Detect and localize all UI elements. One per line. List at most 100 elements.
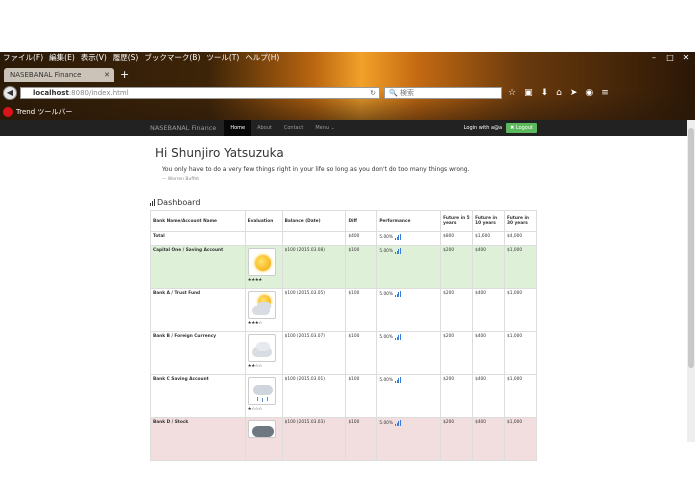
- evaluation-cell: [244, 417, 283, 461]
- table-row[interactable]: Bank D / Stock $100 (2015.03.03) $100 5.…: [150, 417, 537, 461]
- scrollbar-thumb[interactable]: [688, 128, 694, 368]
- performance-value: 5.00%: [379, 335, 393, 340]
- future-10-cell: $400: [472, 288, 506, 332]
- minimize-icon[interactable]: –: [649, 53, 659, 62]
- tab-close-icon[interactable]: ✕: [104, 68, 110, 82]
- menu-bookmarks[interactable]: ブックマーク(B): [144, 52, 200, 64]
- diff-cell: $100: [345, 374, 378, 418]
- menu-tools[interactable]: ツール(T): [206, 52, 239, 64]
- table-row[interactable]: Bank A / Trust Fund ★★★☆ $100 (2015.03.0…: [150, 288, 537, 332]
- search-input[interactable]: 🔍 検索: [384, 87, 502, 99]
- future-10-cell: $400: [472, 331, 506, 375]
- future-10-cell: $400: [472, 417, 506, 461]
- menu-help[interactable]: ヘルプ(H): [245, 52, 279, 64]
- dashboard-title-text: Dashboard: [157, 198, 201, 207]
- quote-author: — Warren Buffet: [162, 177, 199, 182]
- future-5-cell: $200: [440, 374, 474, 418]
- signal-bars-icon: [395, 377, 401, 383]
- performance-cell: 5.00%: [376, 288, 442, 332]
- rating-stars: ★★★☆: [247, 321, 263, 326]
- menu-bar: ファイル(F) 編集(E) 表示(V) 履歴(S) ブックマーク(B) ツール(…: [0, 52, 279, 64]
- diff-cell: $100: [345, 417, 378, 461]
- future-5-cell: $200: [440, 331, 474, 375]
- menu-view[interactable]: 表示(V): [81, 52, 107, 64]
- performance-cell: 5.00%: [376, 245, 442, 289]
- signal-bars-icon: [395, 334, 401, 340]
- app-navbar: NASEBANAL Finance Home About Contact Men…: [0, 120, 687, 136]
- new-tab-icon[interactable]: +: [120, 68, 129, 82]
- url-host: localhost: [33, 89, 69, 97]
- table-row[interactable]: Bank B / Foreign Currency ★★☆☆ $100 (201…: [150, 331, 537, 375]
- future-10-cell: $400: [472, 374, 506, 418]
- login-user: Login with a@a: [463, 125, 503, 131]
- total-diff: $400: [345, 231, 378, 246]
- table-row[interactable]: Bank C Saving Account ★☆☆☆ $100 (2015.03…: [150, 374, 537, 418]
- future-30-cell: $1,000: [504, 374, 537, 418]
- main-content: Hi Shunjiro Yatsuzuka You only have to d…: [150, 136, 540, 461]
- menu-history[interactable]: 履歴(S): [113, 52, 139, 64]
- menu-hamburger-icon[interactable]: ≡: [601, 87, 609, 99]
- rain-cloud-icon: [247, 377, 276, 405]
- col-diff: Diff: [345, 210, 378, 232]
- col-evaluation: Evaluation: [244, 210, 283, 232]
- login-area: Login with a@a ✖ Logout: [464, 123, 537, 133]
- tab-strip: NASEBANAL Finance ✕ +: [4, 66, 129, 82]
- menu-file[interactable]: ファイル(F): [3, 52, 43, 64]
- performance-cell: 5.00%: [376, 417, 442, 461]
- navbar-brand[interactable]: NASEBANAL Finance: [150, 124, 216, 132]
- total-performance-value: 5.00%: [379, 235, 393, 240]
- accounts-table: Bank Name/Account Name Evaluation Balanc…: [150, 210, 537, 461]
- total-balance: [281, 231, 347, 246]
- back-arrow-icon[interactable]: ◀: [3, 86, 17, 100]
- rating-stars: ★☆☆☆: [247, 407, 263, 412]
- table-row[interactable]: Capital One / Saving Account ★★★★ $100 (…: [150, 245, 537, 289]
- trend-toolbar-label[interactable]: Trend ツールバー: [16, 107, 72, 117]
- reload-icon[interactable]: ↻: [370, 88, 376, 98]
- total-future-5: $800: [440, 231, 474, 246]
- sun-weather-icon: [247, 248, 276, 276]
- balance-cell: $100 (2015.03.01): [281, 374, 347, 418]
- evaluation-cell: ★★☆☆: [244, 331, 283, 375]
- browser-nav-bar: ◀ localhost:8080/index.html ↻ 🔍 検索 ☆ ▣ ⬇…: [0, 85, 695, 101]
- total-future-30: $4,000: [504, 231, 537, 246]
- nav-home[interactable]: Home: [224, 120, 252, 136]
- clipboard-icon[interactable]: ▣: [524, 87, 533, 99]
- account-name: Bank C Saving Account: [150, 374, 246, 418]
- diff-cell: $100: [345, 331, 378, 375]
- addon-icon[interactable]: ◉: [585, 87, 593, 99]
- close-icon[interactable]: ✕: [681, 53, 691, 62]
- evaluation-cell: ★★★★: [244, 245, 283, 289]
- download-icon[interactable]: ⬇: [541, 87, 549, 99]
- balance-cell: $100 (2015.03.08): [281, 245, 347, 289]
- trend-toolbar: Trend ツールバー: [0, 104, 695, 120]
- rating-stars: ★★☆☆: [247, 364, 263, 369]
- cloudy-icon: [247, 334, 276, 362]
- balance-cell: $100 (2015.03.05): [281, 288, 347, 332]
- window-controls: – □ ✕: [649, 53, 691, 62]
- bookmark-star-icon[interactable]: ☆: [508, 87, 516, 99]
- trend-logo-icon[interactable]: [3, 107, 13, 117]
- performance-value: 5.00%: [379, 249, 393, 254]
- quote-text: You only have to do a very few things ri…: [162, 166, 470, 173]
- maximize-icon[interactable]: □: [665, 53, 675, 62]
- send-icon[interactable]: ➤: [570, 87, 578, 99]
- browser-tab[interactable]: NASEBANAL Finance ✕: [4, 68, 114, 82]
- nav-about[interactable]: About: [251, 120, 278, 136]
- total-future-10: $1,600: [472, 231, 506, 246]
- account-name: Capital One / Saving Account: [150, 245, 246, 289]
- logout-button[interactable]: ✖ Logout: [506, 123, 537, 133]
- nav-contact[interactable]: Contact: [278, 120, 309, 136]
- total-performance: 5.00%: [376, 231, 442, 246]
- nav-menu-dropdown[interactable]: Menu ⌄: [309, 120, 341, 136]
- future-30-cell: $1,000: [504, 417, 537, 461]
- menu-edit[interactable]: 編集(E): [49, 52, 75, 64]
- col-performance: Performance: [376, 210, 442, 232]
- future-5-cell: $200: [440, 245, 474, 289]
- navbar-links: Home About Contact Menu ⌄: [224, 120, 341, 136]
- future-5-cell: $200: [440, 288, 474, 332]
- diff-cell: $100: [345, 288, 378, 332]
- total-evaluation: [244, 231, 283, 246]
- home-icon[interactable]: ⌂: [556, 87, 562, 99]
- url-bar[interactable]: localhost:8080/index.html ↻: [20, 87, 380, 99]
- page-scrollbar[interactable]: [687, 120, 695, 442]
